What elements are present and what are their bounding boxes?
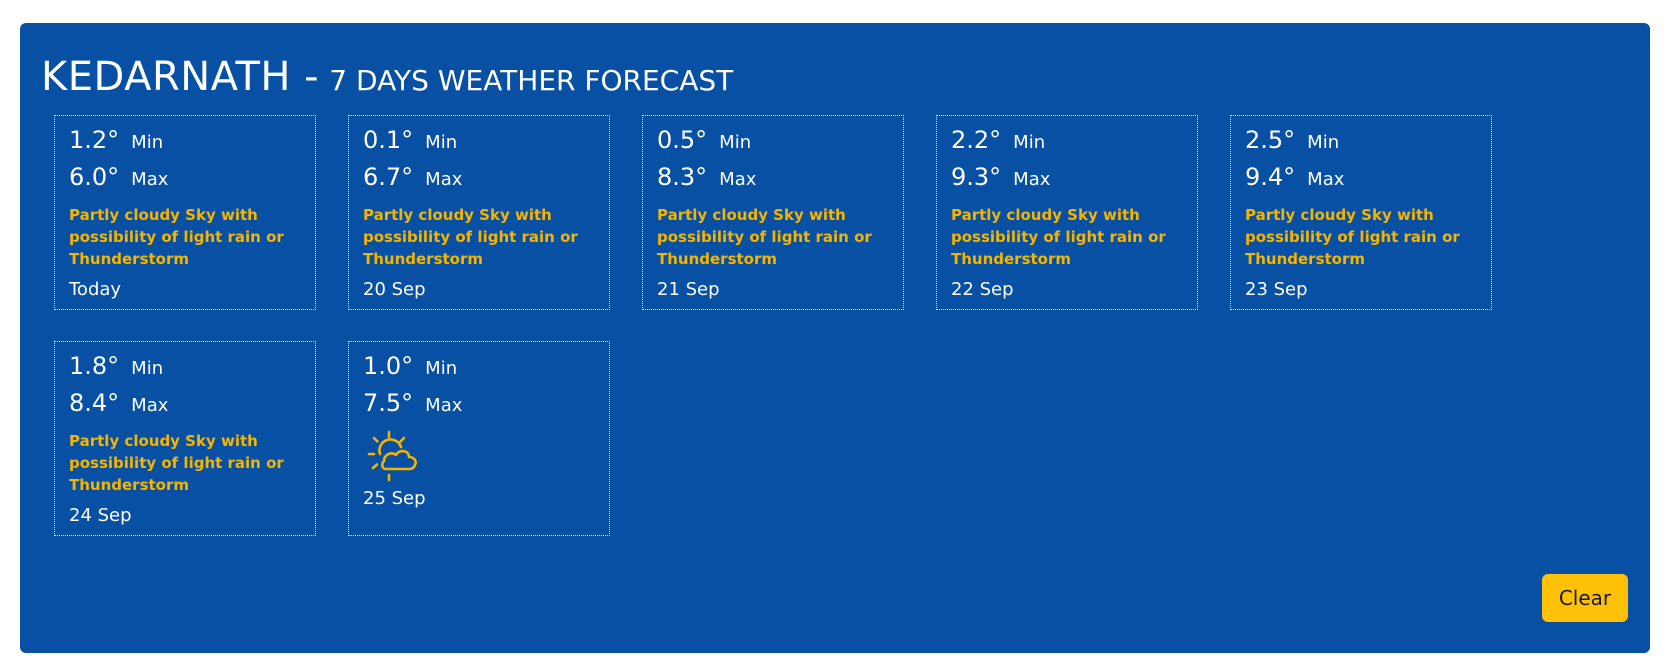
min-label: Min [719,132,752,153]
max-temp-row: 6.0° Max [69,163,168,191]
min-temp-value: 0.5° [657,126,708,154]
max-temp-row: 7.5° Max [363,389,462,417]
max-label: Max [425,169,463,190]
min-temp-row: 1.2° Min [69,126,163,154]
min-temp-row: 0.1° Min [363,126,457,154]
min-label: Min [1013,132,1046,153]
day-card-25-sep: 1.0° Min 7.5° Max 25 Sep [348,341,610,536]
forecast-date: 20 Sep [363,279,426,300]
max-temp-row: 8.3° Max [657,163,756,191]
min-temp-row: 1.0° Min [363,352,457,380]
weather-description: Partly cloudy Sky with possibility of li… [363,206,578,268]
forecast-subtitle: 7 DAYS WEATHER FORECAST [329,64,734,97]
min-label: Min [425,358,458,379]
forecast-date: 25 Sep [363,488,426,509]
day-card-24-sep: 1.8° Min 8.4° Max Partly cloudy Sky with p… [54,341,316,536]
max-label: Max [425,395,463,416]
day-card-22-sep: 2.2° Min 9.3° Max Partly cloudy Sky with p… [936,115,1198,310]
max-temp-row: 9.4° Max [1245,163,1344,191]
min-label: Min [131,358,164,379]
min-temp-value: 2.5° [1245,126,1296,154]
min-temp-value: 1.0° [363,352,414,380]
forecast-date: 21 Sep [657,279,720,300]
forecast-date: 23 Sep [1245,279,1308,300]
max-temp-row: 9.3° Max [951,163,1050,191]
max-temp-value: 6.0° [69,163,120,191]
max-label: Max [131,395,169,416]
min-temp-value: 1.8° [69,352,120,380]
max-temp-value: 8.4° [69,389,120,417]
max-temp-value: 9.4° [1245,163,1296,191]
min-label: Min [425,132,458,153]
max-temp-row: 6.7° Max [363,163,462,191]
clear-button[interactable]: Clear [1542,574,1628,622]
min-temp-row: 1.8° Min [69,352,163,380]
day-card-20-sep: 0.1° Min 6.7° Max Partly cloudy Sky with p… [348,115,610,310]
max-label: Max [131,169,169,190]
min-temp-row: 2.2° Min [951,126,1045,154]
max-temp-value: 8.3° [657,163,708,191]
max-label: Max [719,169,757,190]
weather-description: Partly cloudy Sky with possibility of li… [657,206,872,268]
city-name: KEDARNATH - [41,54,320,100]
forecast-date: 24 Sep [69,505,132,526]
max-label: Max [1013,169,1051,190]
weather-description: Partly cloudy Sky with possibility of li… [69,432,284,494]
min-temp-value: 1.2° [69,126,120,154]
weather-description: Partly cloudy Sky with possibility of li… [1245,206,1460,268]
forecast-title: KEDARNATH - 7 DAYS WEATHER FORECAST [41,57,733,97]
max-temp-value: 9.3° [951,163,1002,191]
min-label: Min [1307,132,1340,153]
weather-description: Partly cloudy Sky with possibility of li… [951,206,1166,268]
day-card-today: 1.2° Min 6.0° Max Partly cloudy Sky with p… [54,115,316,310]
weather-description: Partly cloudy Sky with possibility of li… [69,206,284,268]
forecast-date: 22 Sep [951,279,1014,300]
max-temp-value: 7.5° [363,389,414,417]
min-temp-value: 0.1° [363,126,414,154]
partly-cloudy-sun-icon [367,430,417,482]
forecast-date: Today [69,279,122,300]
max-temp-row: 8.4° Max [69,389,168,417]
min-label: Min [131,132,164,153]
min-temp-row: 2.5° Min [1245,126,1339,154]
min-temp-value: 2.2° [951,126,1002,154]
max-temp-value: 6.7° [363,163,414,191]
day-card-23-sep: 2.5° Min 9.4° Max Partly cloudy Sky with p… [1230,115,1492,310]
max-label: Max [1307,169,1345,190]
forecast-panel: KEDARNATH - 7 DAYS WEATHER FORECAST 1.2°… [20,23,1650,653]
day-card-21-sep: 0.5° Min 8.3° Max Partly cloudy Sky with p… [642,115,904,310]
min-temp-row: 0.5° Min [657,126,751,154]
